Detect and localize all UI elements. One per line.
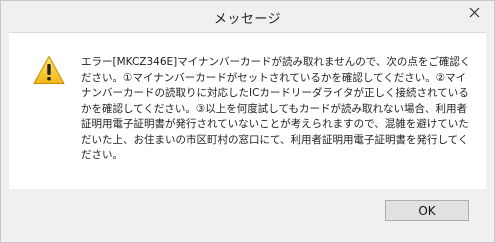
error-message: エラー[MKCZ346E]マイナンバーカードが読み取れませんので、次の点をご確認… — [81, 56, 471, 161]
button-bar: OK — [9, 189, 486, 234]
title-bar[interactable]: メッセージ — [1, 1, 494, 32]
warning-icon — [33, 56, 65, 84]
close-icon — [469, 7, 479, 17]
close-button[interactable] — [462, 2, 486, 22]
message-area: エラー[MKCZ346E]マイナンバーカードが読み取れませんので、次の点をご確認… — [9, 32, 486, 190]
message-dialog: メッセージ エラー[MKCZ346E]マイナンバーカードが読み取れませんので、次… — [0, 0, 495, 243]
ok-button[interactable]: OK — [385, 200, 469, 221]
dialog-title: メッセージ — [213, 12, 282, 27]
